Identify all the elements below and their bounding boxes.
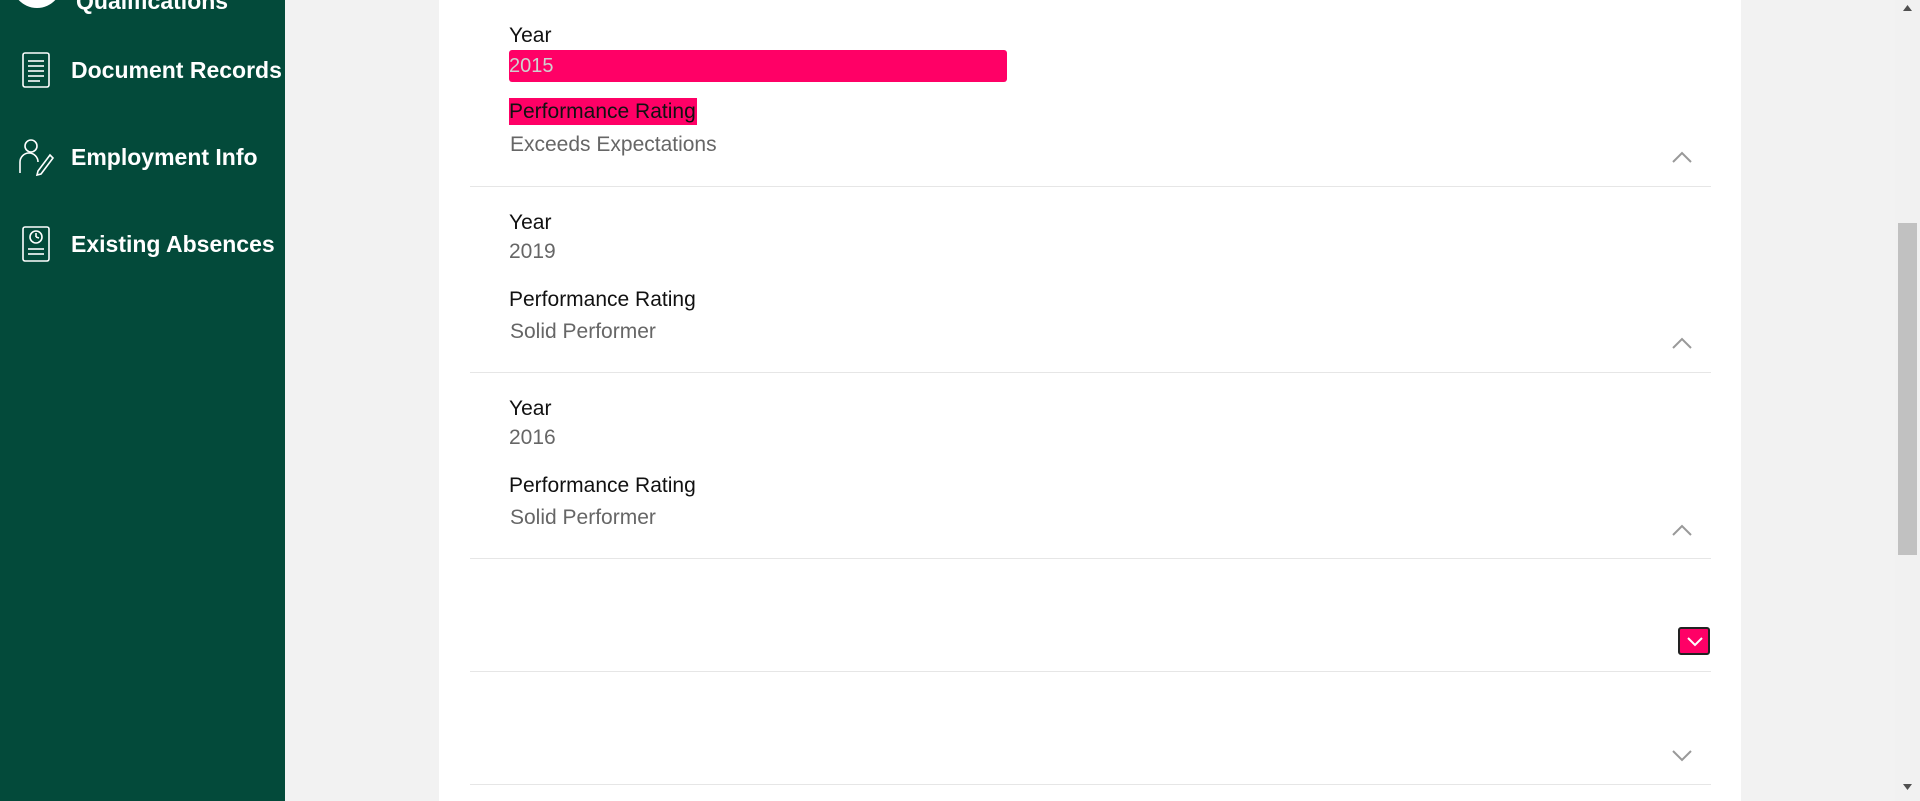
year-label: Year bbox=[509, 24, 552, 47]
sidebar-item-employment-info[interactable]: Employment Info bbox=[0, 127, 285, 187]
year-value[interactable]: 2015 bbox=[509, 50, 1007, 82]
performance-rating-value: Solid Performer bbox=[510, 320, 656, 343]
chevron-up-icon[interactable] bbox=[1671, 150, 1693, 164]
year-value: 2016 bbox=[509, 426, 556, 449]
sidebar-item-qualifications-label[interactable]: Qualifications bbox=[76, 0, 228, 15]
performance-rating-label: Performance Rating bbox=[509, 288, 696, 311]
document-icon bbox=[22, 52, 50, 88]
performance-record: Year 2016 Performance Rating Solid Perfo… bbox=[470, 373, 1711, 559]
employment-icon bbox=[19, 139, 54, 177]
scrollbar-thumb[interactable] bbox=[1898, 223, 1917, 555]
expand-button[interactable] bbox=[1678, 627, 1710, 655]
chevron-up-icon[interactable] bbox=[1671, 523, 1693, 537]
performance-rating-label: Performance Rating bbox=[509, 474, 696, 497]
scroll-down-arrow-icon[interactable] bbox=[1902, 783, 1913, 791]
sidebar-item-label: Employment Info bbox=[71, 144, 258, 170]
year-label: Year bbox=[509, 397, 552, 420]
sidebar-item-existing-absences[interactable]: Existing Absences bbox=[0, 214, 285, 274]
sidebar-item-label: Document Records bbox=[71, 57, 282, 83]
scrollbar[interactable] bbox=[1895, 0, 1920, 801]
chevron-down-icon[interactable] bbox=[1671, 748, 1693, 762]
sidebar-item-document-records[interactable]: Document Records bbox=[0, 40, 285, 100]
performance-rating-label: Performance Rating bbox=[509, 98, 697, 125]
year-label: Year bbox=[509, 211, 552, 234]
main-panel: Year 2015 Performance Rating Exceeds Exp… bbox=[439, 0, 1741, 801]
year-value: 2019 bbox=[509, 240, 556, 263]
performance-record: Year 2015 Performance Rating Exceeds Exp… bbox=[470, 0, 1711, 187]
scroll-up-arrow-icon[interactable] bbox=[1902, 4, 1913, 12]
performance-record-collapsed bbox=[470, 559, 1711, 672]
performance-rating-value: Exceeds Expectations bbox=[510, 133, 717, 156]
performance-record-collapsed bbox=[470, 672, 1711, 785]
sidebar: Qualifications Document Records Employme… bbox=[0, 0, 285, 801]
performance-rating-label-text: Performance Rating bbox=[509, 98, 697, 125]
chevron-down-icon bbox=[1687, 637, 1703, 647]
avatar-circle bbox=[10, 0, 64, 8]
chevron-up-icon[interactable] bbox=[1671, 336, 1693, 350]
performance-rating-value: Solid Performer bbox=[510, 506, 656, 529]
sidebar-item-label: Existing Absences bbox=[71, 231, 275, 257]
performance-record: Year 2019 Performance Rating Solid Perfo… bbox=[470, 187, 1711, 373]
absences-icon bbox=[22, 226, 50, 262]
